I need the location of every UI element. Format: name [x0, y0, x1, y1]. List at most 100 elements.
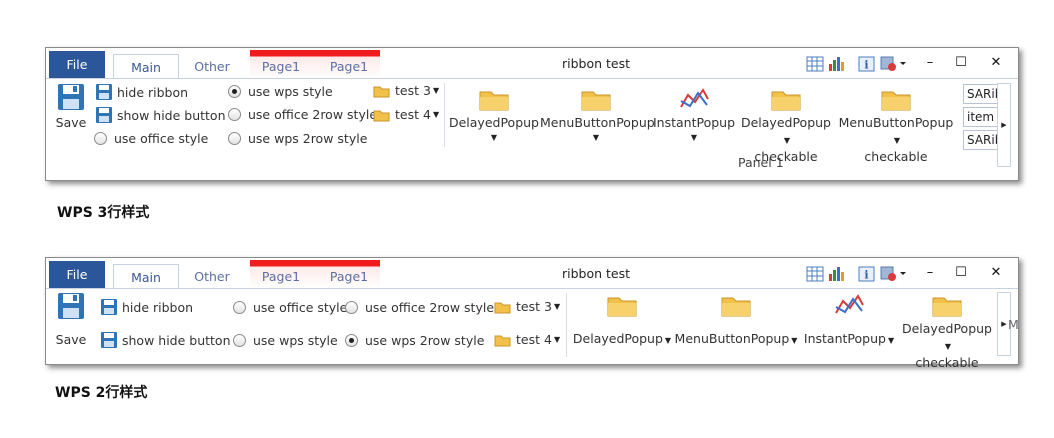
radio-use-office-2row-style[interactable]: use office 2row style: [228, 107, 377, 122]
menu-button-popup-button[interactable]: MenuButtonPopup ▼: [674, 293, 798, 349]
info-icon[interactable]: i: [858, 56, 876, 72]
show-hide-label: show hide button: [122, 332, 231, 348]
save-button[interactable]: Save: [54, 83, 88, 131]
save-label: Save: [55, 332, 87, 347]
radio-label: use wps 2row style: [248, 131, 368, 146]
menu-button-popup-label: MenuButtonPopup: [540, 115, 655, 130]
hide-ribbon-button[interactable]: hide ribbon: [101, 299, 193, 315]
radio-use-office-style[interactable]: use office style: [233, 300, 347, 315]
context-category: Page1 Page1: [250, 50, 380, 78]
context-category: Page1 Page1: [250, 260, 380, 288]
theme-icon[interactable]: [880, 56, 910, 72]
instant-popup-button[interactable]: InstantPopup ▼: [800, 293, 898, 349]
delayed-popup-checkable-button[interactable]: DelayedPopup ▼ checkable: [896, 293, 998, 371]
test3-button[interactable]: test 3 ▼: [373, 83, 439, 98]
maximize-button[interactable]: ☐: [949, 53, 973, 73]
panel-title: Panel 1: [738, 155, 784, 170]
bar-chart-icon[interactable]: [828, 56, 846, 72]
hide-ribbon-label: hide ribbon: [117, 84, 189, 100]
floppy-icon: [96, 84, 112, 100]
show-hide-label: show hide button: [117, 107, 226, 123]
tab-other[interactable]: Other: [186, 264, 238, 288]
info-icon[interactable]: i: [858, 266, 876, 282]
tab-page1[interactable]: Page1: [250, 264, 312, 288]
menu-button-popup-button[interactable]: MenuButtonPopup ▼: [540, 87, 655, 145]
menu-button-popup-checkable-label: MenuButtonPopup ▼ checkable: [838, 115, 954, 164]
hide-ribbon-button[interactable]: hide ribbon: [96, 84, 188, 100]
file-button[interactable]: File: [49, 261, 105, 289]
scroll-right-button[interactable]: ▶: [997, 83, 1011, 167]
folder-icon: [771, 91, 801, 111]
radio-use-wps-2row-style[interactable]: use wps 2row style: [345, 333, 484, 348]
tab-page1[interactable]: Page1: [250, 54, 312, 78]
ribbon-panel-area: Save hide ribbon show hide button use of…: [46, 288, 1019, 370]
radio-use-office-2row-style[interactable]: use office 2row style: [345, 300, 494, 315]
tab-page1-second[interactable]: Page1: [318, 264, 380, 288]
radio-circle: [228, 132, 241, 145]
test4-label: test 4: [395, 107, 431, 122]
tab-main[interactable]: Main: [113, 264, 179, 289]
maximize-button[interactable]: ☐: [949, 263, 973, 283]
folder-icon: [373, 86, 390, 97]
save-label: Save: [55, 115, 87, 130]
show-hide-button[interactable]: show hide button: [96, 107, 226, 123]
separator: [444, 83, 445, 147]
close-button[interactable]: ✕: [984, 263, 1008, 283]
delayed-popup-checkable-button[interactable]: DelayedPopup ▼ checkable: [736, 87, 836, 165]
folder-icon: [494, 335, 511, 346]
radio-use-wps-style[interactable]: use wps style: [228, 84, 333, 99]
show-hide-button[interactable]: show hide button: [101, 332, 231, 348]
menu-button-popup-label: MenuButtonPopup: [674, 331, 790, 346]
instant-popup-button[interactable]: InstantPopup ▼: [652, 87, 736, 145]
close-button[interactable]: ✕: [984, 53, 1008, 73]
menu-button-popup-checkable-button[interactable]: MenuButtonPopup ▼ checkable: [836, 87, 956, 165]
instant-popup-label: InstantPopup: [652, 115, 736, 130]
radio-use-wps-style[interactable]: use wps style: [233, 333, 338, 348]
ribbon-window-3row: File Main Other Page1 Page1 ribbon test …: [45, 47, 1019, 181]
test4-button[interactable]: test 4 ▼: [373, 107, 439, 122]
delayed-popup-button[interactable]: DelayedPopup ▼: [570, 293, 674, 349]
folder-icon: [932, 297, 962, 317]
radio-label: use office style: [253, 300, 348, 315]
radio-label: use wps 2row style: [365, 333, 485, 348]
radio-circle: [233, 334, 246, 347]
folder-icon: [607, 297, 637, 317]
sa-ribbon-combo[interactable]: SARib: [963, 84, 1000, 104]
save-button[interactable]: Save: [54, 292, 88, 348]
ribbon-panel-area: Save hide ribbon show hide button use of…: [46, 78, 1018, 180]
test3-button[interactable]: test 3 ▼: [494, 299, 560, 314]
title-bar: File Main Other Page1 Page1 ribbon test …: [46, 48, 1018, 79]
table-icon[interactable]: [806, 56, 824, 72]
chart-icon: [680, 88, 709, 108]
item-combo[interactable]: item: [963, 107, 1000, 127]
ribbon-window-2row: File Main Other Page1 Page1 ribbon test …: [45, 257, 1019, 370]
svg-text:i: i: [864, 59, 868, 72]
bar-chart-icon[interactable]: [828, 266, 846, 282]
folder-icon: [479, 91, 509, 111]
radio-label: use office 2row style: [248, 107, 378, 122]
tab-main[interactable]: Main: [113, 54, 179, 79]
instant-popup-label: InstantPopup: [803, 331, 886, 346]
radio-label: use wps style: [248, 84, 333, 99]
test4-button[interactable]: test 4 ▼: [494, 332, 560, 347]
radio-use-wps-2row-style[interactable]: use wps 2row style: [228, 131, 367, 146]
minimize-button[interactable]: –: [918, 53, 942, 73]
radio-label: use office style: [114, 131, 209, 146]
window-title: ribbon test: [561, 56, 631, 71]
tab-page1-second[interactable]: Page1: [318, 54, 380, 78]
chart-icon: [835, 294, 864, 314]
table-icon[interactable]: [806, 266, 824, 282]
sa-ribbon-combo-2[interactable]: SARib: [963, 130, 1000, 150]
overflow-text: M: [1008, 317, 1019, 332]
minimize-button[interactable]: –: [918, 263, 942, 283]
delayed-popup-label: DelayedPopup: [572, 331, 663, 346]
delayed-popup-button[interactable]: DelayedPopup ▼: [448, 87, 540, 145]
file-button[interactable]: File: [49, 51, 105, 79]
theme-icon[interactable]: [880, 266, 910, 282]
folder-icon: [721, 297, 751, 317]
radio-label: use office 2row style: [365, 300, 495, 315]
radio-use-office-style[interactable]: use office style: [94, 131, 208, 146]
tab-other[interactable]: Other: [186, 54, 238, 78]
radio-circle: [228, 108, 241, 121]
window-title: ribbon test: [561, 266, 631, 281]
